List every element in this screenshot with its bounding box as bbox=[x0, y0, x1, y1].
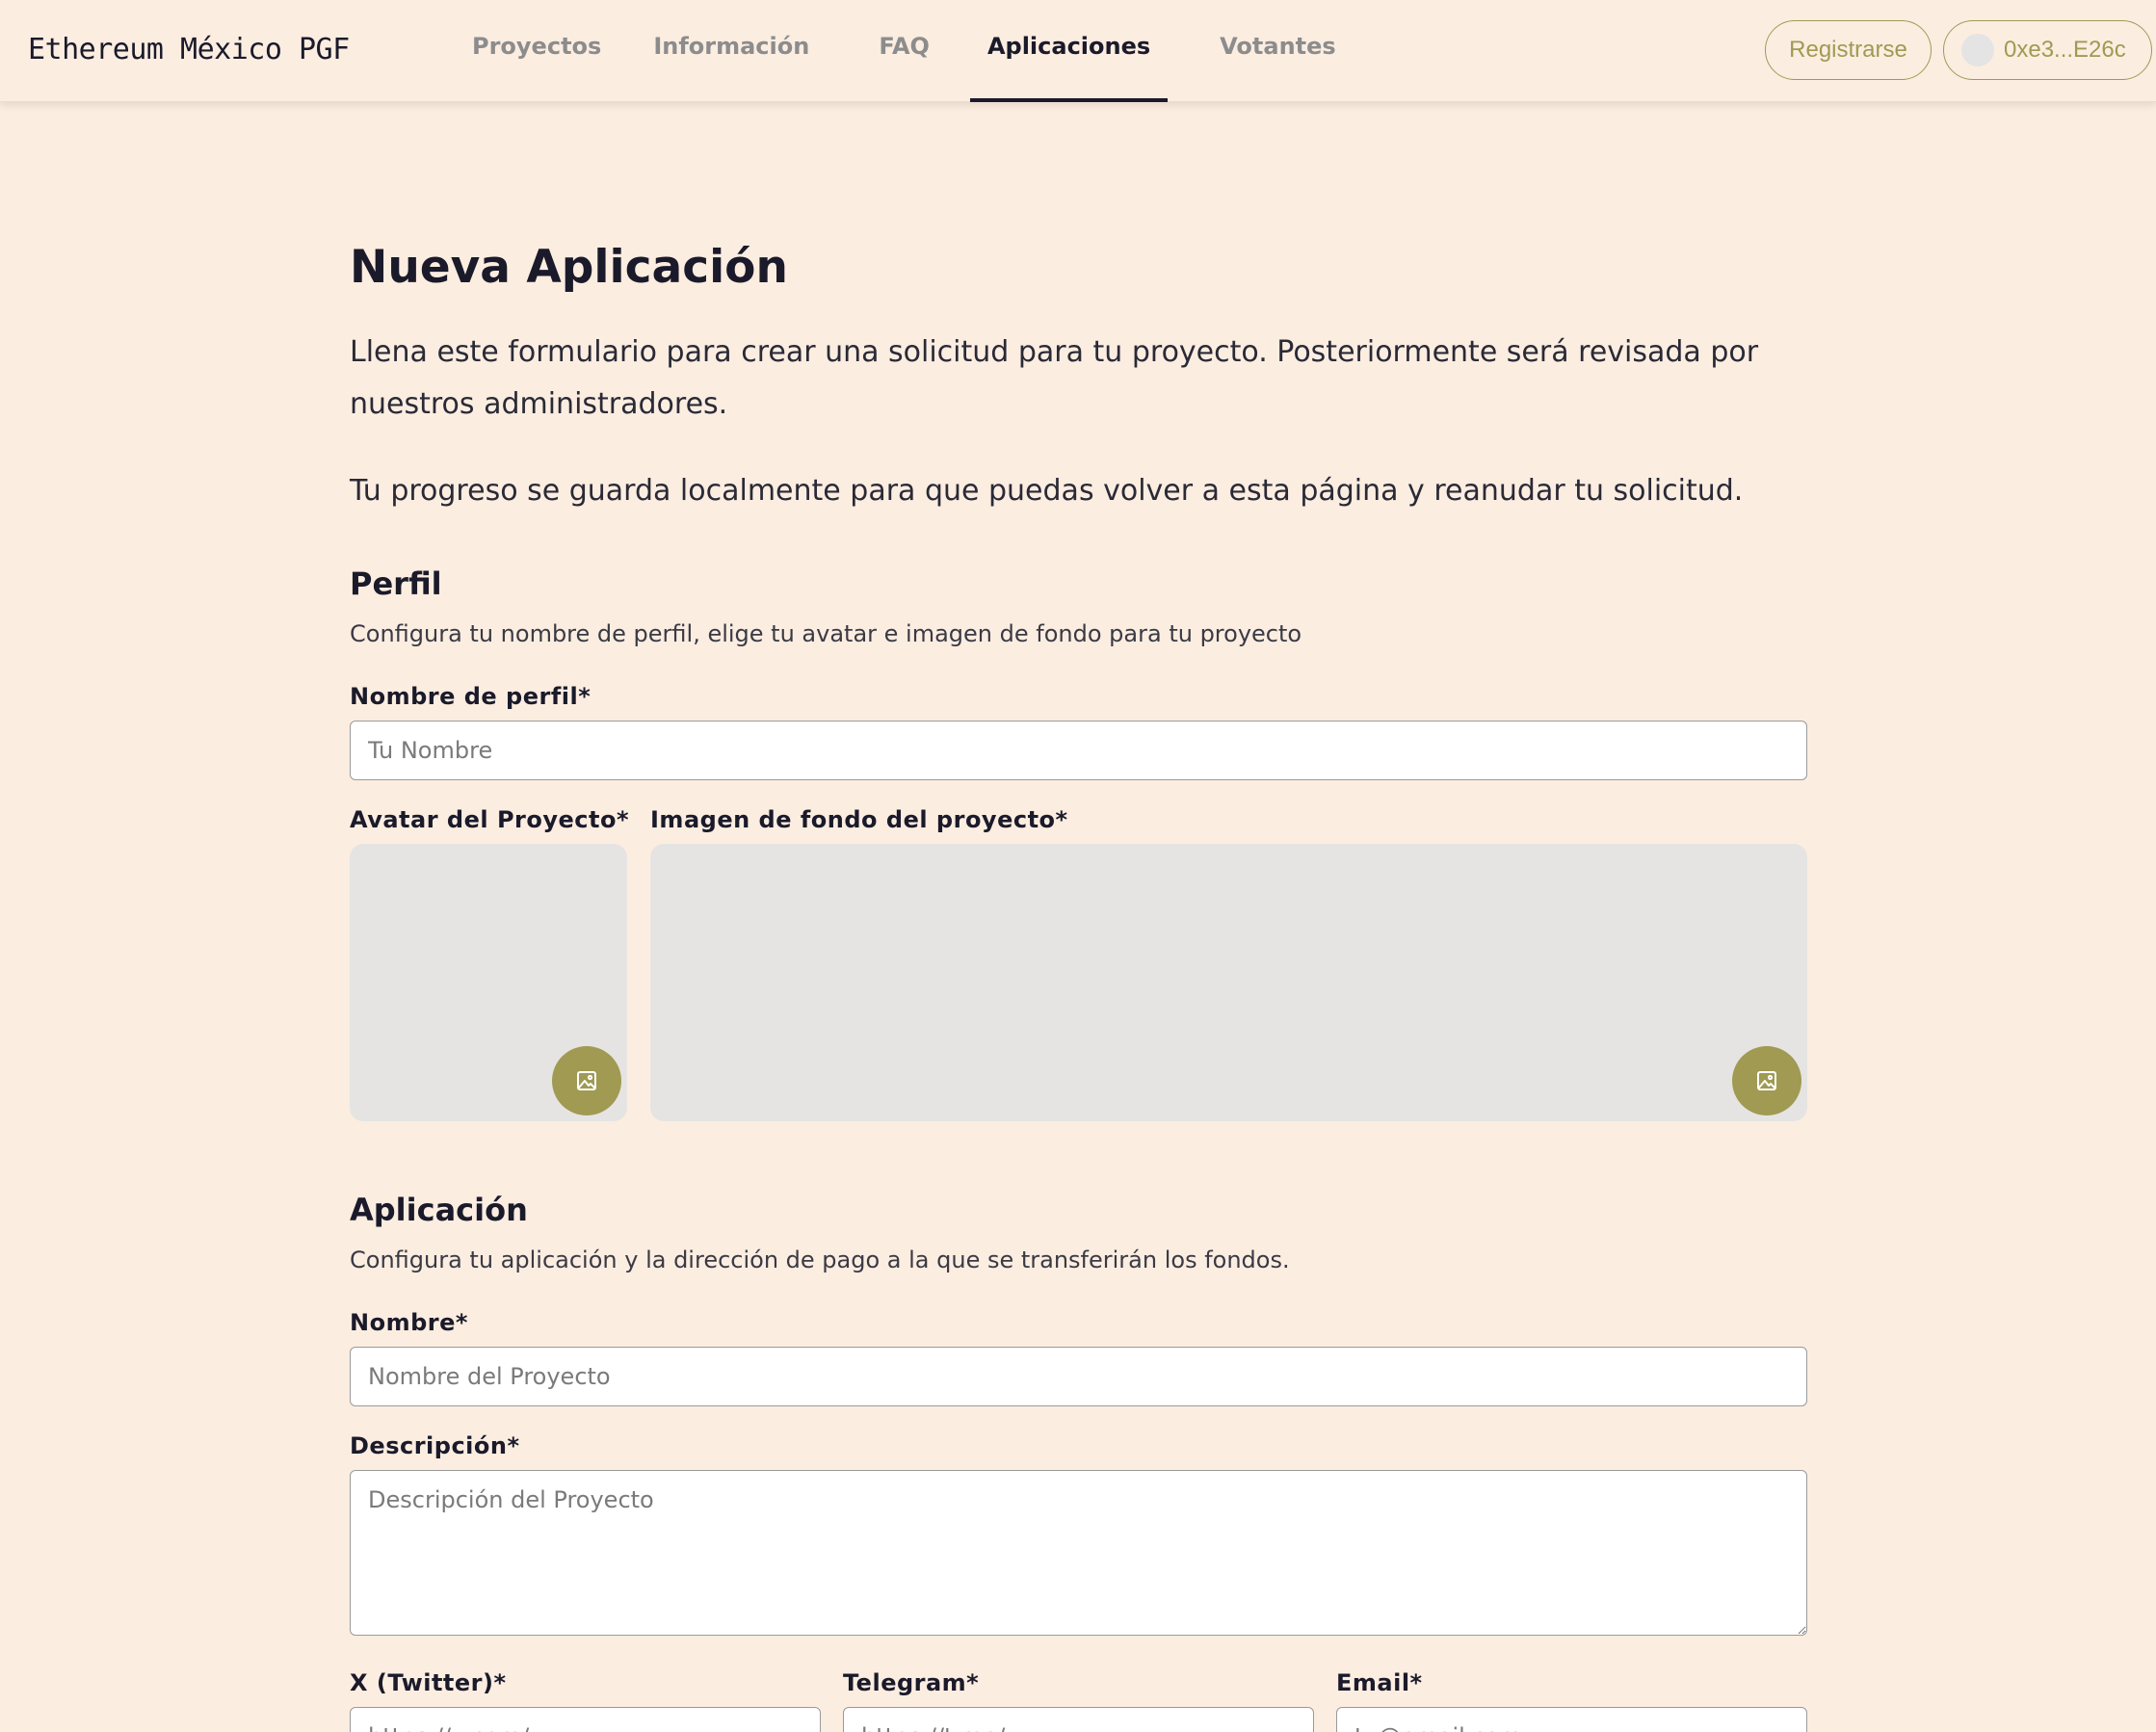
register-button[interactable]: Registrarse bbox=[1765, 20, 1932, 80]
application-section-title: Aplicación bbox=[350, 1192, 528, 1228]
twitter-label: X (Twitter)* bbox=[350, 1669, 507, 1696]
intro-text: Llena este formulario para crear una sol… bbox=[350, 335, 1759, 421]
nav-item-votantes[interactable]: Votantes bbox=[1173, 0, 1365, 102]
wallet-address: 0xe3...E26c bbox=[2004, 37, 2126, 63]
brand-logo[interactable]: Ethereum México PGF bbox=[28, 33, 350, 66]
nav-item-faq[interactable]: FAQ bbox=[844, 0, 964, 102]
wallet-avatar bbox=[1961, 34, 1994, 66]
nav-item-proyectos[interactable]: Proyectos bbox=[443, 0, 636, 102]
telegram-input[interactable] bbox=[843, 1707, 1314, 1732]
email-label: Email* bbox=[1336, 1669, 1423, 1696]
email-input[interactable] bbox=[1336, 1707, 1807, 1732]
avatar-label: Avatar del Proyecto* bbox=[350, 806, 630, 833]
description-label: Descripción* bbox=[350, 1432, 520, 1459]
profile-section-subtitle: Configura tu nombre de perfil, elige tu … bbox=[350, 620, 1302, 647]
wallet-button[interactable]: 0xe3...E26c bbox=[1943, 20, 2152, 80]
profile-name-label: Nombre de perfil* bbox=[350, 683, 592, 710]
profile-name-input[interactable] bbox=[350, 721, 1807, 780]
twitter-input[interactable] bbox=[350, 1707, 821, 1732]
background-upload-button[interactable] bbox=[1732, 1046, 1801, 1115]
image-upload-icon bbox=[577, 1071, 596, 1090]
application-section-subtitle: Configura tu aplicación y la dirección d… bbox=[350, 1247, 1290, 1273]
avatar-upload-button[interactable] bbox=[552, 1046, 621, 1115]
page-title: Nueva Aplicación bbox=[350, 241, 788, 294]
top-navbar: Ethereum México PGF Proyectos Informació… bbox=[0, 0, 2156, 102]
image-upload-icon bbox=[1757, 1071, 1776, 1090]
nav-item-informacion[interactable]: Información bbox=[636, 0, 844, 102]
telegram-label: Telegram* bbox=[843, 1669, 980, 1696]
progress-note: Tu progreso se guarda localmente para qu… bbox=[350, 474, 1744, 508]
background-image-label: Imagen de fondo del proyecto* bbox=[650, 806, 1068, 833]
background-image-upload-area[interactable] bbox=[650, 844, 1807, 1121]
project-name-label: Nombre* bbox=[350, 1309, 468, 1336]
main-nav: Proyectos Información FAQ Aplicaciones V… bbox=[443, 0, 1365, 102]
description-textarea[interactable] bbox=[350, 1470, 1807, 1636]
project-name-input[interactable] bbox=[350, 1347, 1807, 1406]
profile-section-title: Perfil bbox=[350, 565, 442, 602]
nav-item-aplicaciones[interactable]: Aplicaciones bbox=[964, 0, 1173, 102]
avatar-upload-area[interactable] bbox=[350, 844, 627, 1121]
